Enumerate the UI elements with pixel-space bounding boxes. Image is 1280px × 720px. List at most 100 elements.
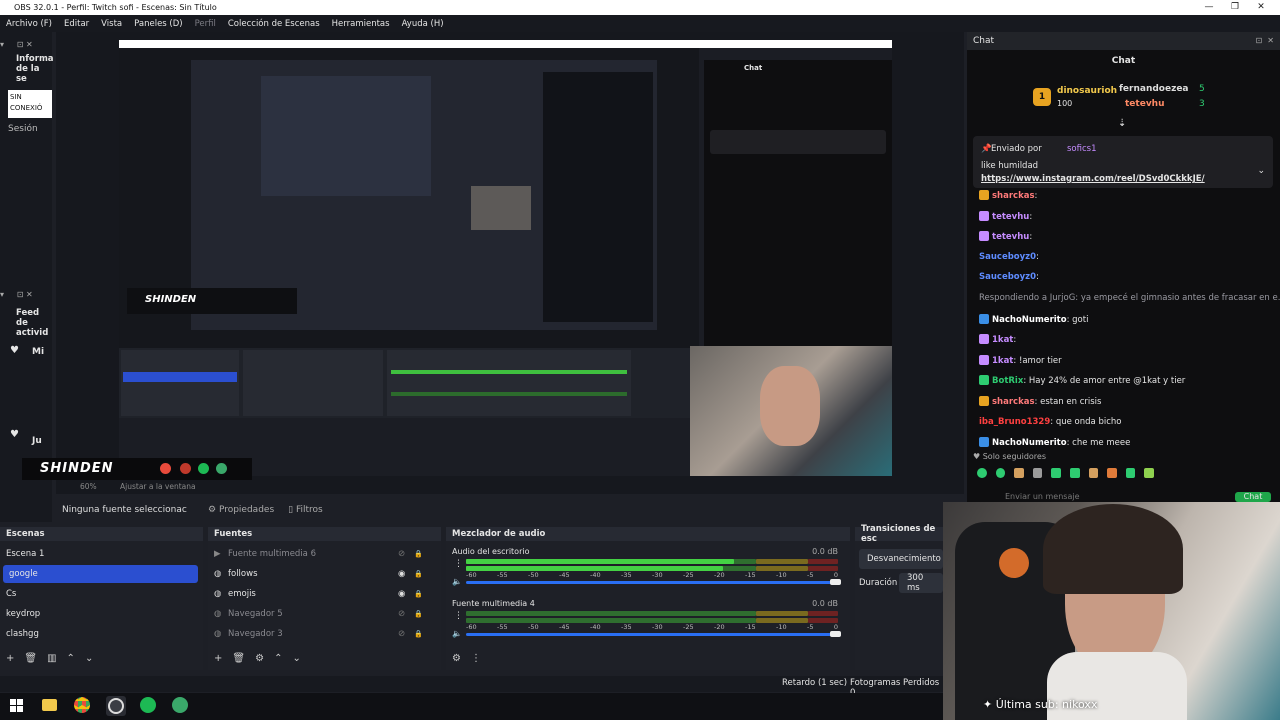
minimize-button[interactable]: —: [1196, 0, 1222, 15]
source-item[interactable]: ◍ emojis ◉ 🔒: [208, 585, 441, 603]
chat-username[interactable]: sharckas: [992, 191, 1035, 201]
menu-ayuda-h[interactable]: Ayuda (H): [396, 19, 450, 29]
chat-message[interactable]: tetevhu:: [979, 231, 1032, 242]
eye-hidden-icon[interactable]: ⊘: [398, 609, 414, 619]
down-arrow-icon[interactable]: ⌄: [292, 653, 310, 664]
filter-icon[interactable]: ▥: [47, 653, 66, 664]
obs-taskbar-button[interactable]: [106, 696, 126, 716]
source-item[interactable]: ◍ Navegador 5 ⊘ 🔒: [208, 605, 441, 623]
preview-canvas[interactable]: SHINDEN Chat: [119, 40, 892, 476]
lock-icon[interactable]: 🔒: [414, 610, 423, 618]
emote-icon[interactable]: [1051, 468, 1061, 478]
source-item[interactable]: ◍ follows ◉ 🔒: [208, 565, 441, 583]
source-item[interactable]: ▶ Fuente multimedia 6 ⊘ 🔒: [208, 545, 441, 563]
pinned-link[interactable]: https://www.instagram.com/reel/DSvd0Ckkk…: [981, 174, 1205, 184]
eye-icon[interactable]: ◉: [398, 569, 414, 579]
windows-start-icon[interactable]: [10, 699, 23, 712]
preview-zoom[interactable]: 60%: [80, 482, 97, 491]
emote-icon[interactable]: [1014, 468, 1024, 478]
chat-message[interactable]: iba_Bruno1329: que onda bicho: [979, 417, 1121, 427]
chat-message[interactable]: NachoNumerito: che me meee: [979, 437, 1130, 448]
chat-message[interactable]: BotRix: Hay 24% de amor entre @1kat y ti…: [979, 375, 1185, 386]
add-icon[interactable]: +: [214, 653, 232, 664]
chat-send-button[interactable]: Chat: [1235, 492, 1271, 502]
chat-username[interactable]: sharckas: [992, 397, 1035, 407]
scene-item[interactable]: keydrop: [0, 605, 195, 623]
emote-icon[interactable]: [1069, 468, 1080, 478]
speaker-icon[interactable]: 🔈: [452, 577, 462, 586]
menu-editar[interactable]: Editar: [58, 19, 95, 29]
scene-item[interactable]: google: [3, 565, 198, 583]
info-dock-controls[interactable]: ▾ ⊡ ✕: [0, 40, 52, 50]
volume-slider[interactable]: [466, 581, 838, 584]
lock-icon[interactable]: 🔒: [414, 550, 423, 558]
emote-icon[interactable]: [1032, 468, 1043, 478]
menu-herramientas[interactable]: Herramientas: [326, 19, 396, 29]
eye-hidden-icon[interactable]: ⊘: [398, 549, 414, 559]
lock-icon[interactable]: 🔒: [414, 590, 423, 598]
lock-icon[interactable]: 🔒: [414, 570, 423, 578]
duration-input[interactable]: 300 ms: [899, 573, 943, 593]
chat-username[interactable]: tetevhu: [992, 232, 1029, 242]
chat-message[interactable]: Sauceboyz0:: [979, 252, 1039, 262]
up-arrow-icon[interactable]: ⌃: [67, 653, 85, 664]
pinned-message[interactable]: 📌 Enviado por sofics1 like humildad http…: [973, 136, 1273, 188]
scene-item[interactable]: Escena 1: [0, 545, 195, 563]
up-arrow-icon[interactable]: ⌃: [274, 653, 292, 664]
settings-icon[interactable]: ⚙: [452, 653, 471, 664]
chat-dock-controls[interactable]: ⊡ ✕: [1256, 36, 1275, 45]
down-arrow-icon[interactable]: ⌄: [85, 653, 103, 664]
chevron-down-icon[interactable]: ⌄: [1257, 166, 1265, 176]
scene-item[interactable]: Cs: [0, 585, 195, 603]
emote-icon[interactable]: [1125, 468, 1136, 478]
menu-vista[interactable]: Vista: [95, 19, 128, 29]
gear-icon[interactable]: ⚙: [255, 653, 274, 664]
source-item[interactable]: ◍ Navegador 3 ⊘ 🔒: [208, 625, 441, 643]
preview-area[interactable]: SHINDEN Chat SHINDEN 60% Ajustar a la ve…: [22, 32, 964, 494]
lock-icon[interactable]: 🔒: [414, 630, 423, 638]
chat-message[interactable]: tetevhu:: [979, 210, 1032, 222]
spotify-icon[interactable]: [140, 697, 156, 713]
chat-username[interactable]: Sauceboyz0: [979, 252, 1036, 262]
chat-message[interactable]: 1kat:: [979, 334, 1016, 345]
chat-username[interactable]: tetevhu: [992, 212, 1029, 222]
volume-slider[interactable]: [466, 633, 838, 636]
chat-message[interactable]: 1kat: !amor tier: [979, 354, 1062, 366]
chrome-icon[interactable]: [74, 697, 90, 713]
chat-message[interactable]: sharckas: estan en crisis: [979, 396, 1101, 407]
menu-colecci-n-de-escenas[interactable]: Colección de Escenas: [222, 19, 326, 29]
menu-dots-icon[interactable]: ⋮: [471, 653, 491, 664]
chat-username[interactable]: Sauceboyz0: [979, 272, 1036, 282]
scene-item[interactable]: clashgg: [0, 625, 195, 643]
chat-username[interactable]: iba_Bruno1329: [979, 417, 1050, 427]
emote-icon[interactable]: [995, 468, 1006, 478]
volume-knob[interactable]: [830, 631, 841, 637]
feed-dock-controls[interactable]: ▾ ⊡ ✕: [0, 290, 52, 300]
menu-archivo-f[interactable]: Archivo (F): [0, 19, 58, 29]
expand-icon[interactable]: ⇣: [1118, 118, 1126, 129]
menu-paneles-d[interactable]: Paneles (D): [128, 19, 188, 29]
emote-icon[interactable]: [1107, 468, 1117, 478]
emote-icon[interactable]: [1144, 468, 1154, 478]
chat-message[interactable]: sharckas:: [979, 190, 1037, 201]
speaker-icon[interactable]: 🔈: [452, 629, 462, 638]
trash-icon[interactable]: 🗑: [24, 653, 47, 664]
chat-message[interactable]: Sauceboyz0:: [979, 272, 1039, 282]
chat-username[interactable]: 1kat: [992, 335, 1013, 345]
eye-icon[interactable]: ◉: [398, 589, 414, 599]
chat-input[interactable]: Enviar un mensaje: [973, 492, 1173, 502]
close-button[interactable]: ✕: [1248, 0, 1274, 15]
transition-select[interactable]: Desvanecimiento: [859, 549, 943, 569]
chat-message[interactable]: NachoNumerito: goti: [979, 313, 1088, 325]
chrome-profile-icon[interactable]: [172, 697, 188, 713]
file-explorer-icon[interactable]: [42, 699, 57, 711]
chat-username[interactable]: NachoNumerito: [992, 315, 1067, 325]
chat-username[interactable]: BotRix: [992, 376, 1023, 386]
emote-icon[interactable]: [977, 468, 987, 478]
chat-message[interactable]: Respondiendo a JurjoG: ya empecé el gimn…: [979, 293, 1280, 303]
add-icon[interactable]: +: [6, 653, 24, 664]
fit-to-window[interactable]: Ajustar a la ventana: [120, 482, 196, 491]
filters-button[interactable]: ▯ Filtros: [288, 505, 323, 515]
channel-menu-icon[interactable]: ⋮: [454, 611, 463, 621]
channel-menu-icon[interactable]: ⋮: [454, 559, 463, 569]
